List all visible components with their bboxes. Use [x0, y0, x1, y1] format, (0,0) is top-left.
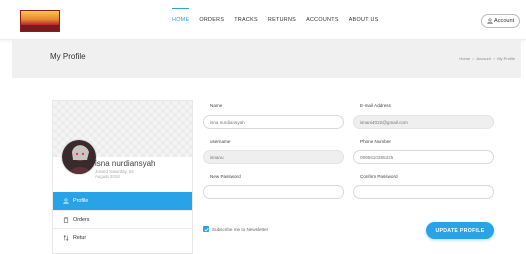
- avatar-image: [62, 140, 96, 174]
- new-password-label: New Password: [210, 174, 241, 179]
- logo-flame-graphic: [21, 11, 59, 25]
- zahrabook-logo[interactable]: [20, 10, 60, 32]
- breadcrumb-separator: >: [492, 56, 496, 61]
- sidebar-item-label: Orders: [73, 216, 90, 223]
- confirm-password-field[interactable]: [353, 185, 494, 199]
- user-icon: [487, 18, 493, 24]
- update-profile-button[interactable]: UPDATE PROFILE: [426, 222, 494, 239]
- menu-item-tracks[interactable]: TRACKS: [234, 0, 258, 40]
- clipboard-icon: [63, 216, 69, 223]
- sidebar-item-label: Profile: [73, 198, 89, 204]
- breadcrumb-home[interactable]: Home: [459, 56, 470, 61]
- sidebar-item-profile[interactable]: Profile: [53, 192, 192, 210]
- profile-joined-date: Joined Saturday, 04 August 2018: [95, 169, 134, 179]
- newsletter-label[interactable]: Subscribe me to Newsletter: [212, 227, 268, 232]
- main-menu: HOME ORDERS TRACKS RETURNS ACCOUNTS ABOU…: [172, 0, 389, 40]
- breadcrumb-separator: >: [472, 56, 475, 61]
- phone-label: Phone Number: [360, 139, 391, 144]
- top-navbar: HOME ORDERS TRACKS RETURNS ACCOUNTS ABOU…: [0, 0, 526, 40]
- phone-field[interactable]: 0895610385325: [353, 150, 494, 164]
- account-button[interactable]: Account: [481, 14, 521, 28]
- name-field[interactable]: isna nurdiansyah: [203, 115, 344, 129]
- menu-item-orders[interactable]: ORDERS: [199, 0, 224, 40]
- sidebar-item-orders[interactable]: Orders: [53, 210, 192, 228]
- profile-name: isna nurdiansyah: [95, 159, 156, 168]
- newsletter-checkbox[interactable]: [203, 226, 209, 232]
- sidebar-item-label: Retur: [73, 234, 87, 241]
- username-label: username: [210, 139, 231, 144]
- menu-item-about-us[interactable]: ABOUT US: [349, 0, 379, 40]
- menu-item-home[interactable]: HOME: [172, 0, 190, 40]
- breadcrumb-account[interactable]: Account: [476, 56, 490, 61]
- menu-item-accounts[interactable]: ACCOUNTS: [306, 0, 339, 40]
- new-password-field[interactable]: [203, 185, 344, 199]
- breadcrumb-current: My Profile: [497, 56, 515, 61]
- user-icon: [63, 198, 69, 204]
- page-header-band: My Profile Home > Account > My Profile: [12, 40, 521, 78]
- checkmark-icon: [203, 227, 209, 231]
- profile-card: isna nurdiansyah Joined Saturday, 04 Aug…: [52, 100, 193, 254]
- newsletter-option: Subscribe me to Newsletter: [203, 226, 268, 232]
- sort-icon: [63, 234, 69, 241]
- menu-item-returns[interactable]: RETURNS: [268, 0, 296, 40]
- logo-wordmark: [21, 25, 59, 31]
- email-field[interactable]: isnani4022@gmail.com: [353, 115, 494, 129]
- username-field[interactable]: isnanu: [203, 150, 344, 164]
- email-label: E-mail Address: [360, 103, 391, 108]
- name-label: Name: [210, 103, 223, 108]
- page-title: My Profile: [50, 52, 86, 61]
- breadcrumb: Home > Account > My Profile: [459, 56, 515, 61]
- avatar: [61, 139, 97, 175]
- confirm-password-label: Confirm Password: [360, 174, 398, 179]
- sidebar-item-retur[interactable]: Retur: [53, 228, 192, 246]
- account-button-label: Account: [494, 18, 515, 24]
